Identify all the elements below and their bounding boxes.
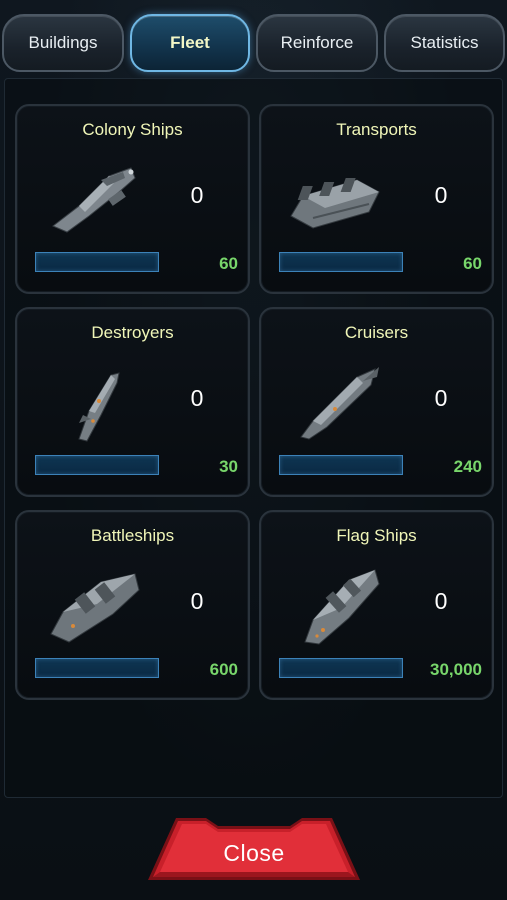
- ship-name: Colony Ships: [82, 120, 183, 139]
- tab-reinforce[interactable]: Reinforce: [256, 14, 378, 72]
- ship-card-cruisers[interactable]: Cruisers 0 240: [259, 307, 494, 497]
- ship-name: Battleships: [90, 526, 175, 545]
- ship-name: Destroyers: [91, 323, 174, 342]
- build-progress-bar: [35, 658, 159, 678]
- colony-ship-icon: [52, 167, 136, 233]
- build-progress-bar: [35, 252, 159, 272]
- close-label: Close: [223, 840, 285, 866]
- tab-label: Buildings: [28, 33, 98, 52]
- ship-count: 0: [190, 385, 204, 411]
- ship-cost: 240: [453, 457, 482, 476]
- ship-cost: 60: [219, 254, 238, 273]
- ship-count: 0: [190, 588, 204, 614]
- close-button[interactable]: Close: [146, 816, 362, 888]
- build-progress-bar: [279, 252, 403, 272]
- ship-cost: 30,000: [430, 660, 482, 679]
- destroyer-ship-icon: [78, 372, 120, 442]
- tab-bar: Buildings Fleet Reinforce Statistics: [0, 14, 507, 74]
- ship-count: 0: [434, 588, 448, 614]
- ship-cost: 600: [209, 660, 238, 679]
- ship-count: 0: [434, 182, 448, 208]
- ship-name: Transports: [336, 120, 417, 139]
- ship-count: 0: [434, 385, 448, 411]
- tab-label: Reinforce: [280, 33, 354, 52]
- tab-label: Statistics: [410, 33, 479, 52]
- ship-name: Cruisers: [344, 323, 409, 342]
- ship-card-battleships[interactable]: Battleships 0 600: [15, 510, 250, 700]
- ship-card-flag-ships[interactable]: Flag Ships 0 30,000: [259, 510, 494, 700]
- build-progress-bar: [279, 455, 403, 475]
- ship-cost: 60: [463, 254, 482, 273]
- build-progress-bar: [35, 455, 159, 475]
- ship-name: Flag Ships: [336, 526, 417, 545]
- ship-cost: 30: [219, 457, 238, 476]
- flagship-icon: [304, 569, 380, 645]
- transport-ship-icon: [290, 178, 380, 229]
- ship-count: 0: [190, 182, 204, 208]
- tab-fleet[interactable]: Fleet: [130, 14, 250, 72]
- build-progress-bar: [279, 658, 403, 678]
- ship-card-transports[interactable]: Transports 0 60: [259, 104, 494, 294]
- ship-card-destroyers[interactable]: Destroyers 0 30: [15, 307, 250, 497]
- cruiser-ship-icon: [300, 367, 379, 440]
- battleship-icon: [50, 573, 140, 643]
- tab-statistics[interactable]: Statistics: [384, 14, 505, 72]
- tab-label: Fleet: [170, 33, 210, 52]
- ship-card-colony-ships[interactable]: Colony Ships 0 60: [15, 104, 250, 294]
- tab-buildings[interactable]: Buildings: [2, 14, 124, 72]
